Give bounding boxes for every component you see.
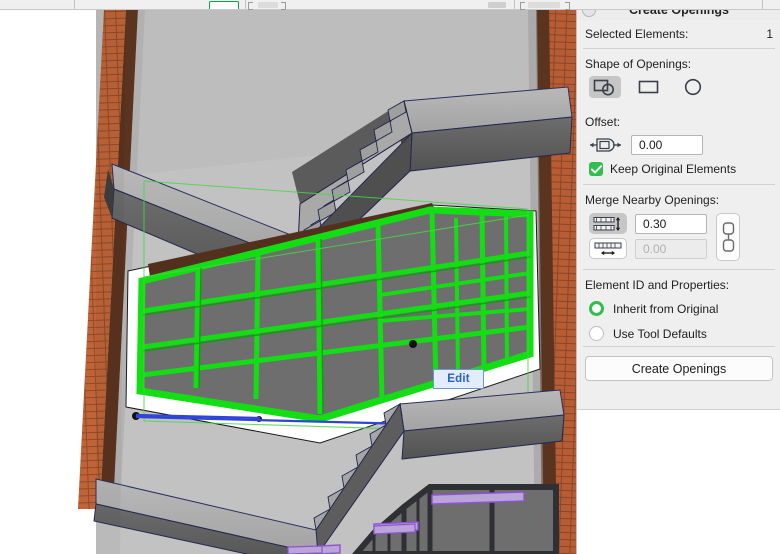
keep-original-row[interactable]: Keep Original Elements xyxy=(577,159,780,184)
shape-options-row xyxy=(577,75,780,107)
scene-canvas xyxy=(0,9,576,554)
merge-section-label: Merge Nearby Openings: xyxy=(585,193,720,207)
merge-horizontal-line: 0.00 xyxy=(589,238,707,259)
merge-rows: 0.30 0.00 xyxy=(589,213,707,259)
shape-circle-button[interactable] xyxy=(677,76,709,98)
use-tool-defaults-radio[interactable] xyxy=(589,326,604,341)
column-tool-icon[interactable] xyxy=(488,2,506,8)
toolbar-divider-4 xyxy=(762,0,763,9)
create-openings-panel: Create Openings Selected Elements: 1 Sha… xyxy=(576,0,780,554)
check-icon xyxy=(590,164,602,174)
shape-rectangle-button[interactable] xyxy=(633,76,665,98)
create-openings-button[interactable]: Create Openings xyxy=(585,356,773,381)
offset-row: 0.00 xyxy=(577,133,780,159)
selected-elements-value: 1 xyxy=(766,27,773,41)
edit-tooltip-button[interactable]: Edit xyxy=(433,369,484,389)
toolbar-divider-2 xyxy=(245,0,246,9)
merge-horizontal-icon xyxy=(594,242,622,255)
merge-vertical-button[interactable] xyxy=(589,213,627,234)
inherit-from-original-label: Inherit from Original xyxy=(613,301,719,316)
toolbar-field-1[interactable] xyxy=(258,2,278,8)
toolbar-left-group[interactable] xyxy=(0,2,72,8)
shape-combined-button[interactable] xyxy=(589,76,621,98)
dimension-green-tool-icon[interactable] xyxy=(209,1,239,9)
chain-link-icon xyxy=(722,222,734,252)
create-openings-wrap: Create Openings xyxy=(577,347,780,389)
edit-label: Edit xyxy=(447,373,470,385)
inherit-from-original-row[interactable]: Inherit from Original xyxy=(577,296,780,321)
bracket-right-icon[interactable] xyxy=(281,2,286,10)
merge-vertical-input[interactable]: 0.30 xyxy=(635,213,707,234)
use-tool-defaults-label: Use Tool Defaults xyxy=(613,326,707,341)
merge-link-button[interactable] xyxy=(716,213,740,261)
merge-vertical-line: 0.30 xyxy=(589,213,707,234)
panel-empty-area xyxy=(577,409,780,554)
keep-original-checkbox[interactable] xyxy=(589,162,603,176)
app-root: Edit Create Openings Selected Elements: … xyxy=(0,0,780,554)
inherit-from-original-radio[interactable] xyxy=(589,301,604,316)
selected-elements-label: Selected Elements: xyxy=(585,27,689,41)
keep-original-label: Keep Original Elements xyxy=(610,162,737,176)
shape-section-label: Shape of Openings: xyxy=(585,57,692,71)
bracket-left-icon-2[interactable] xyxy=(520,2,525,10)
merge-horizontal-button[interactable] xyxy=(589,238,627,259)
element-id-section-label: Element ID and Properties: xyxy=(585,278,730,292)
top-toolbar xyxy=(0,0,780,10)
toolbar-field-2[interactable] xyxy=(528,2,560,8)
bracket-left-icon[interactable] xyxy=(248,2,253,10)
selected-elements-row: Selected Elements: 1 xyxy=(577,20,780,48)
offset-input[interactable]: 0.00 xyxy=(631,135,703,155)
offset-section-label: Offset: xyxy=(585,115,621,129)
merge-vertical-icon xyxy=(593,216,621,231)
viewport-3d[interactable]: Edit xyxy=(0,9,576,554)
rectangle-icon xyxy=(638,80,659,94)
merge-block: 0.30 0.00 xyxy=(577,211,780,269)
bracket-right-icon-2[interactable] xyxy=(565,2,570,10)
use-tool-defaults-row[interactable]: Use Tool Defaults xyxy=(577,321,780,346)
offset-icon xyxy=(590,138,621,152)
rect-circle-icon xyxy=(593,79,614,95)
circle-icon xyxy=(684,78,702,96)
toolbar-divider-3 xyxy=(514,0,515,9)
merge-horizontal-input[interactable]: 0.00 xyxy=(635,238,707,259)
toolbar-divider-1 xyxy=(74,0,75,9)
panel-body: Selected Elements: 1 Shape of Openings: xyxy=(577,20,780,389)
